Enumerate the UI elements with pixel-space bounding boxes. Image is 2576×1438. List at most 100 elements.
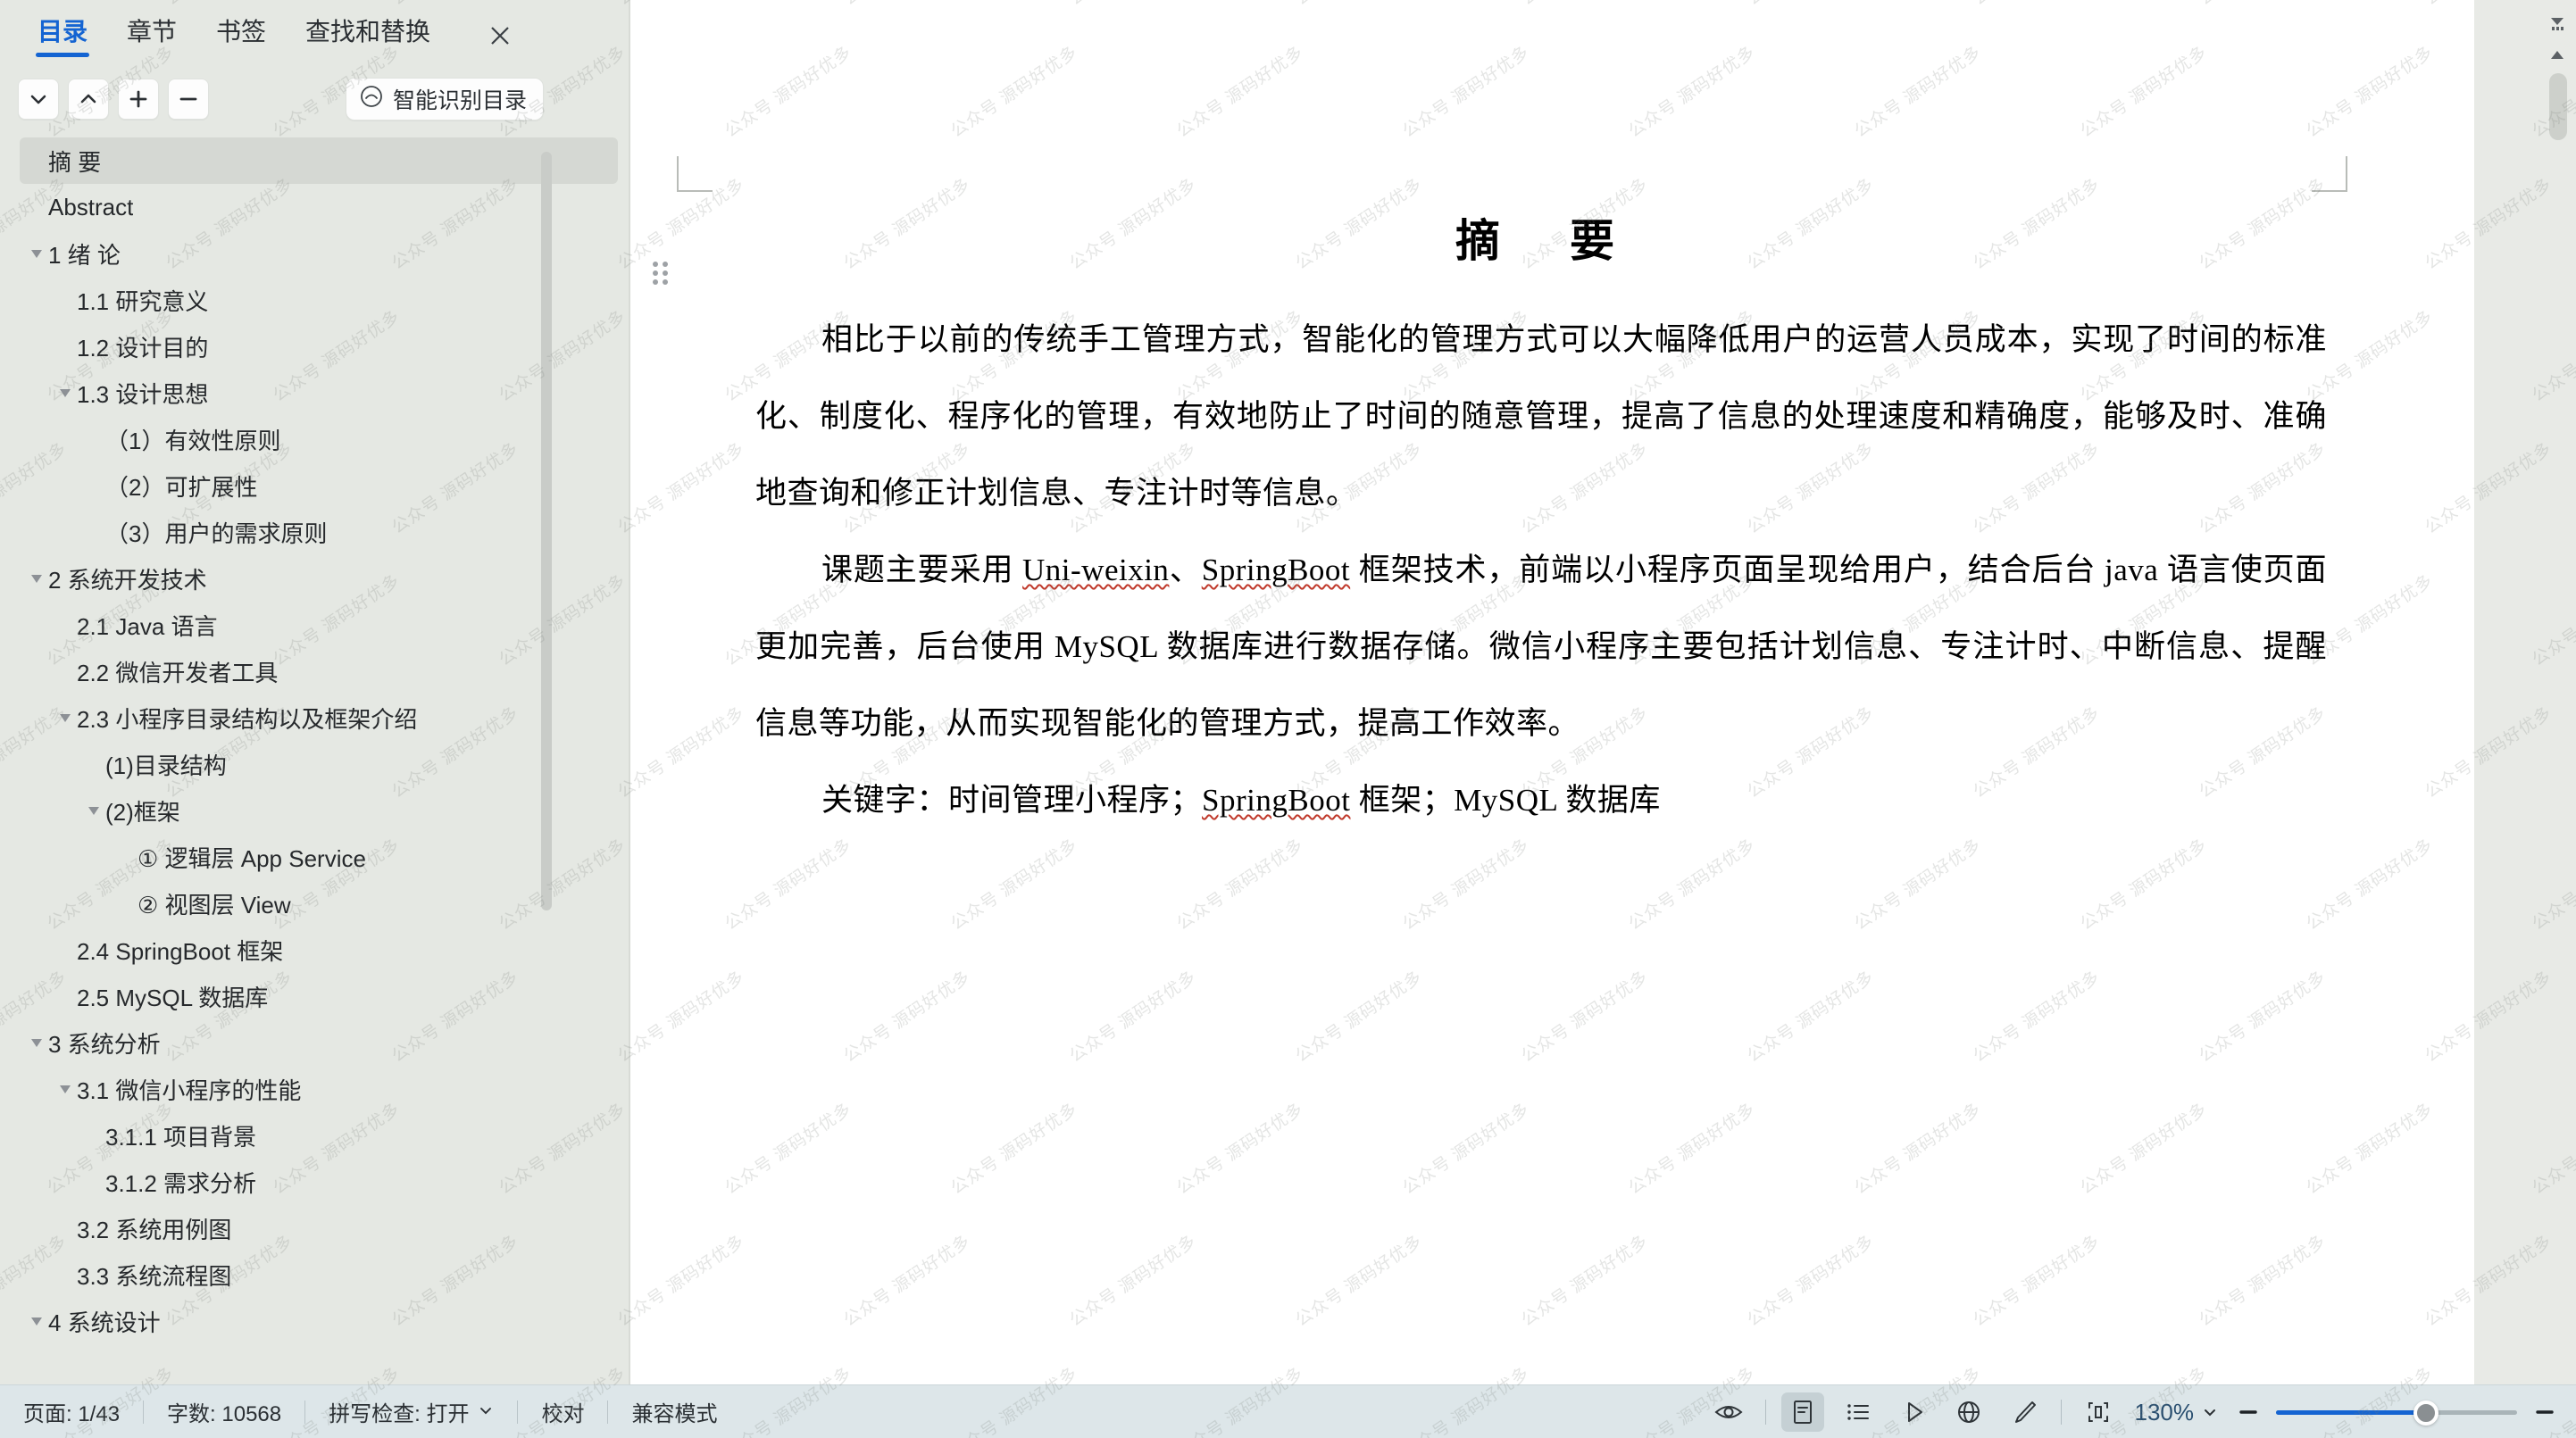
outline-item[interactable]: 1.2 设计目的 <box>20 323 618 370</box>
promote-level-button[interactable] <box>118 79 159 120</box>
outline-item[interactable]: 2 系统开发技术 <box>20 555 618 602</box>
page-crop-mark-top-right <box>2312 156 2347 192</box>
chevron-down-icon[interactable] <box>82 799 105 822</box>
outline-view-icon[interactable] <box>1837 1392 1880 1432</box>
chevron-down-icon[interactable] <box>2201 1403 2219 1421</box>
outline-item[interactable]: 3.1.1 项目背景 <box>20 1112 618 1159</box>
workspace: 目录 章节 书签 查找和替换 智能识别目录 摘 要 Abstract 1 绪 论… <box>0 0 2576 1384</box>
outline-item-label: 1.1 研究意义 <box>77 287 209 315</box>
document-paragraph[interactable]: 关键字：时间管理小程序；SpringBoot 框架；MySQL 数据库 <box>755 762 2327 839</box>
outline-item[interactable]: ① 逻辑层 App Service <box>20 834 618 880</box>
outline-item[interactable]: 2.1 Java 语言 <box>20 602 618 648</box>
tab-bookmarks[interactable]: 书签 <box>196 7 286 57</box>
play-slideshow-icon[interactable] <box>1892 1392 1935 1432</box>
drag-handle-icon[interactable] <box>653 262 669 287</box>
outline-item-label: 2 系统开发技术 <box>48 566 207 594</box>
outline-item-label: (1)目录结构 <box>105 752 227 779</box>
outline-item-label: Abstract <box>48 193 134 220</box>
misspelled-word: Uni-weixin <box>1022 553 1170 587</box>
tab-toc-label: 目录 <box>38 18 88 46</box>
spellcheck-toggle[interactable]: 拼写检查: 打开 <box>305 1397 517 1427</box>
outline-item[interactable]: 2.3 小程序目录结构以及框架介绍 <box>20 694 618 741</box>
outline-item[interactable]: 4 系统设计 <box>20 1298 618 1344</box>
zoom-slider-thumb[interactable] <box>2413 1401 2438 1426</box>
outline-item[interactable]: (2)框架 <box>20 787 618 834</box>
web-layout-icon[interactable] <box>1947 1392 1990 1432</box>
zoom-in-button[interactable] <box>2530 1397 2560 1427</box>
fit-page-icon[interactable] <box>2077 1392 2120 1432</box>
outline-item-label: 2.4 SpringBoot 框架 <box>77 937 284 965</box>
document-paragraphs: 相比于以前的传统手工管理方式，智能化的管理方式可以大幅降低用户的运营人员成本，实… <box>755 302 2327 839</box>
tab-chapters-label: 章节 <box>127 18 178 46</box>
document-body[interactable]: 摘 要 相比于以前的传统手工管理方式，智能化的管理方式可以大幅降低用户的运营人员… <box>755 205 2327 839</box>
outline-item[interactable]: 2.4 SpringBoot 框架 <box>20 927 618 973</box>
page-title: 摘 要 <box>1455 216 1627 266</box>
outline-item-label: 1 绪 论 <box>48 241 121 269</box>
chevron-down-icon[interactable] <box>25 1031 48 1054</box>
expand-all-button[interactable] <box>68 79 109 120</box>
outline-item[interactable]: ② 视图层 View <box>20 880 618 927</box>
outline-item[interactable]: （3）用户的需求原则 <box>20 509 618 555</box>
tab-find-replace[interactable]: 查找和替换 <box>286 7 450 57</box>
page-indicator-label: 页面: 1/43 <box>23 1402 121 1426</box>
zoom-slider[interactable] <box>2276 1397 2517 1427</box>
outline-item[interactable]: 3.3 系统流程图 <box>20 1251 618 1298</box>
document-scrollbar-track[interactable] <box>2538 0 2576 1384</box>
outline-item-label: ② 视图层 View <box>138 891 291 918</box>
outline-item-label: 2.5 MySQL 数据库 <box>77 984 269 1011</box>
chevron-down-icon[interactable] <box>25 1309 48 1333</box>
word-count[interactable]: 字数: 10568 <box>144 1397 304 1427</box>
outline-item[interactable]: 3.2 系统用例图 <box>20 1205 618 1251</box>
zoom-out-button[interactable] <box>2233 1397 2263 1427</box>
outline-item[interactable]: Abstract <box>20 184 618 230</box>
tab-toc[interactable]: 目录 <box>18 7 107 57</box>
page-layout-icon[interactable] <box>1780 1392 1824 1432</box>
outline-item[interactable]: 1 绪 论 <box>20 230 618 277</box>
outline-item-label: 4 系统设计 <box>48 1309 161 1336</box>
outline-item[interactable]: 3.1.2 需求分析 <box>20 1159 618 1205</box>
chevron-down-icon[interactable] <box>54 381 77 404</box>
chevron-down-icon[interactable] <box>25 567 48 590</box>
outline-item[interactable]: 3 系统分析 <box>20 1019 618 1066</box>
smart-toc-button[interactable]: 智能识别目录 <box>346 78 545 121</box>
outline-item[interactable]: 3.1 微信小程序的性能 <box>20 1066 618 1112</box>
outline-item[interactable]: （2）可扩展性 <box>20 462 618 509</box>
outline-item-label: 3.1 微信小程序的性能 <box>77 1076 302 1104</box>
chevron-down-icon <box>478 1400 494 1425</box>
demote-level-button[interactable] <box>168 79 209 120</box>
close-icon[interactable] <box>482 18 518 54</box>
outline-item[interactable]: （1）有效性原则 <box>20 416 618 462</box>
zoom-level-label[interactable]: 130% <box>2135 1399 2195 1426</box>
status-divider <box>2060 1400 2062 1425</box>
page-indicator[interactable]: 页面: 1/43 <box>0 1397 143 1427</box>
navigation-sidebar: 目录 章节 书签 查找和替换 智能识别目录 摘 要 Abstract 1 绪 论… <box>0 0 630 1384</box>
smart-toc-icon <box>359 84 384 115</box>
outline-item[interactable]: (1)目录结构 <box>20 741 618 787</box>
outline-item[interactable]: 2.2 微信开发者工具 <box>20 648 618 694</box>
chevron-down-icon[interactable] <box>54 706 77 729</box>
sidebar-scrollbar-thumb[interactable] <box>541 152 552 910</box>
read-mode-icon[interactable] <box>1707 1392 1750 1432</box>
outline-item[interactable]: 摘 要 <box>20 137 618 184</box>
collapse-all-button[interactable] <box>18 79 59 120</box>
misspelled-word: SpringBoot <box>1202 783 1351 818</box>
document-paragraph[interactable]: 相比于以前的传统手工管理方式，智能化的管理方式可以大幅降低用户的运营人员成本，实… <box>755 302 2327 532</box>
document-canvas: 摘 要 相比于以前的传统手工管理方式，智能化的管理方式可以大幅降低用户的运营人员… <box>630 0 2576 1384</box>
chevron-down-icon[interactable] <box>25 242 48 265</box>
outline-item[interactable]: 2.5 MySQL 数据库 <box>20 973 618 1019</box>
smart-toc-label: 智能识别目录 <box>393 88 528 113</box>
scroll-up-icon[interactable] <box>2546 43 2569 66</box>
scroll-down-icon[interactable] <box>2546 12 2569 35</box>
tab-chapters[interactable]: 章节 <box>107 7 196 57</box>
outline-tree[interactable]: 摘 要 Abstract 1 绪 论 1.1 研究意义 1.2 设计目的 1.3 设计思想… <box>0 134 630 1384</box>
chevron-down-icon[interactable] <box>54 1077 77 1101</box>
document-page[interactable]: 摘 要 相比于以前的传统手工管理方式，智能化的管理方式可以大幅降低用户的运营人员… <box>630 0 2474 1384</box>
proofread-button[interactable]: 校对 <box>518 1397 607 1427</box>
document-paragraph[interactable]: 课题主要采用 Uni-weixin、SpringBoot 框架技术，前端以小程序… <box>755 532 2327 762</box>
document-scrollbar-thumb[interactable] <box>2549 73 2567 140</box>
compat-mode-button[interactable]: 兼容模式 <box>608 1397 740 1427</box>
ink-pen-icon[interactable] <box>2003 1392 2046 1432</box>
outline-item[interactable]: 1.3 设计思想 <box>20 370 618 416</box>
outline-item[interactable]: 1.1 研究意义 <box>20 277 618 323</box>
tab-find-replace-label: 查找和替换 <box>305 18 431 46</box>
